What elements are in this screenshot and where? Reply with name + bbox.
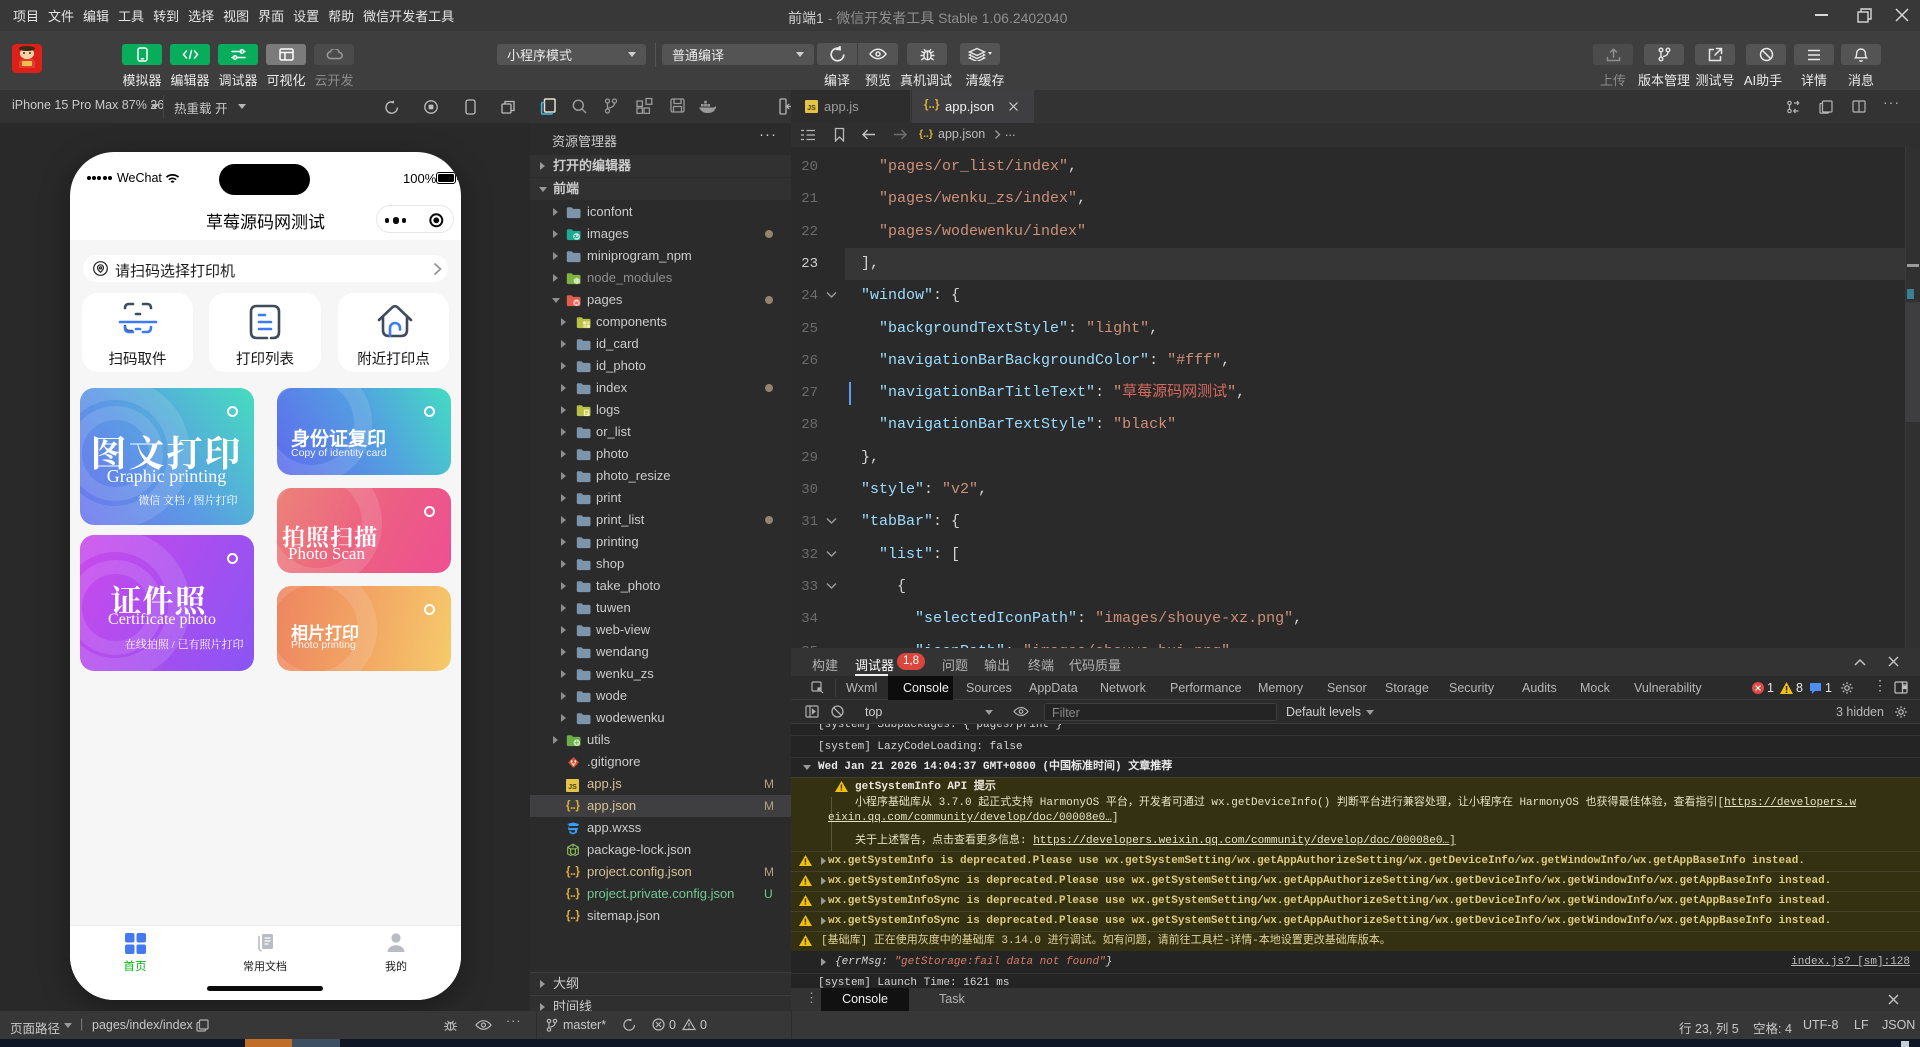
svg-text:JS: JS <box>568 784 577 791</box>
svg-text:JS: JS <box>807 105 816 112</box>
